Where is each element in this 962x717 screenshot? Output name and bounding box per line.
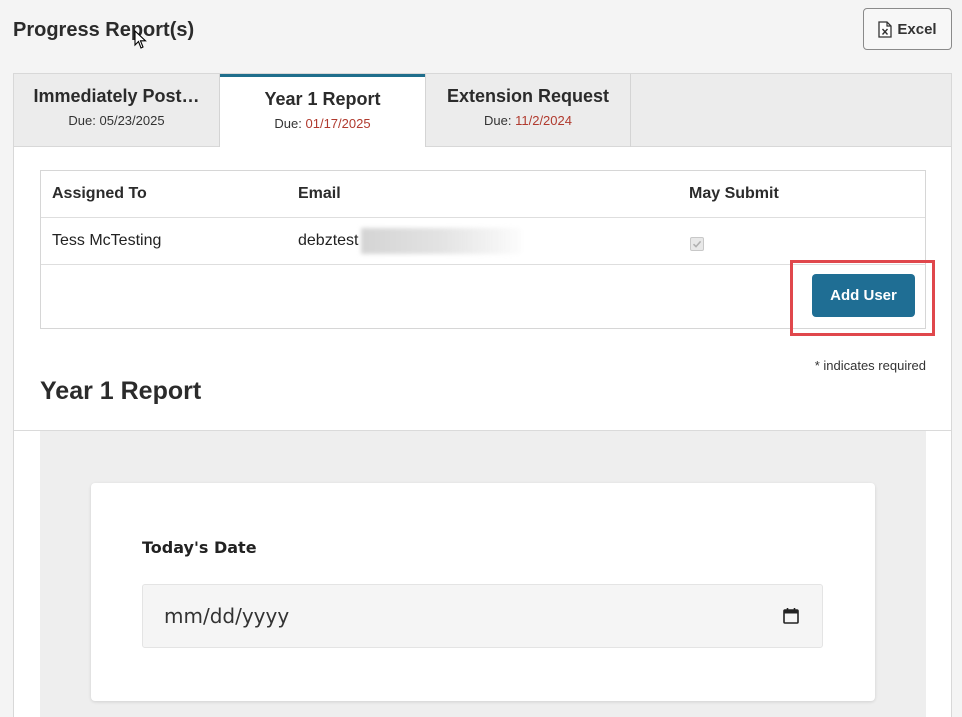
tab-due: Due: 01/17/2025 [274,116,371,131]
checkmark-icon [692,240,702,248]
column-header-email: Email [298,185,341,202]
tab-due-date: 11/2/2024 [515,113,572,128]
todays-date-label: Today's Date [142,538,257,557]
redacted-email-blur [361,228,521,254]
mouse-cursor-icon [134,30,147,49]
assigned-to-cell: Tess McTesting [52,232,162,249]
tab-immediately-post[interactable]: Immediately Post… Due: 05/23/2025 [14,74,220,147]
tab-due-date: 05/23/2025 [99,113,165,128]
table-header-row: Assigned To Email May Submit [41,171,925,218]
tab-due: Due: 05/23/2025 [68,113,165,128]
tab-year-1-report[interactable]: Year 1 Report Due: 01/17/2025 [220,74,425,148]
todays-date-input[interactable]: mm/dd/yyyy [142,584,823,648]
section-title: Year 1 Report [40,377,202,405]
excel-export-button[interactable]: Excel [863,8,952,50]
assigned-users-table: Assigned To Email May Submit Tess McTest… [40,170,926,329]
email-cell: debztest [298,232,359,249]
add-user-button[interactable]: Add User [812,274,915,317]
page-title: Progress Report(s) [13,19,195,41]
report-tabs: Immediately Post… Due: 05/23/2025 Year 1… [14,74,951,148]
date-placeholder: mm/dd/yyyy [164,604,290,628]
form-card: Today's Date mm/dd/yyyy [91,483,875,701]
required-fields-note: * indicates required [814,358,926,373]
column-header-may-submit: May Submit [689,185,779,202]
excel-file-icon [878,20,893,38]
column-header-assigned-to: Assigned To [52,185,147,202]
form-area: Today's Date mm/dd/yyyy [40,431,926,717]
tab-label: Extension Request [446,86,610,106]
tab-label: Immediately Post… [33,86,200,106]
tab-extension-request[interactable]: Extension Request Due: 11/2/2024 [425,74,631,147]
tab-due: Due: 11/2/2024 [484,113,572,128]
may-submit-checkbox[interactable] [690,237,704,251]
progress-report-panel: Immediately Post… Due: 05/23/2025 Year 1… [13,73,952,717]
calendar-icon[interactable] [782,607,800,625]
table-row: Tess McTesting debztest [41,218,925,265]
tab-due-date: 01/17/2025 [305,116,371,131]
excel-button-label: Excel [897,20,937,38]
tab-label: Year 1 Report [264,89,381,109]
